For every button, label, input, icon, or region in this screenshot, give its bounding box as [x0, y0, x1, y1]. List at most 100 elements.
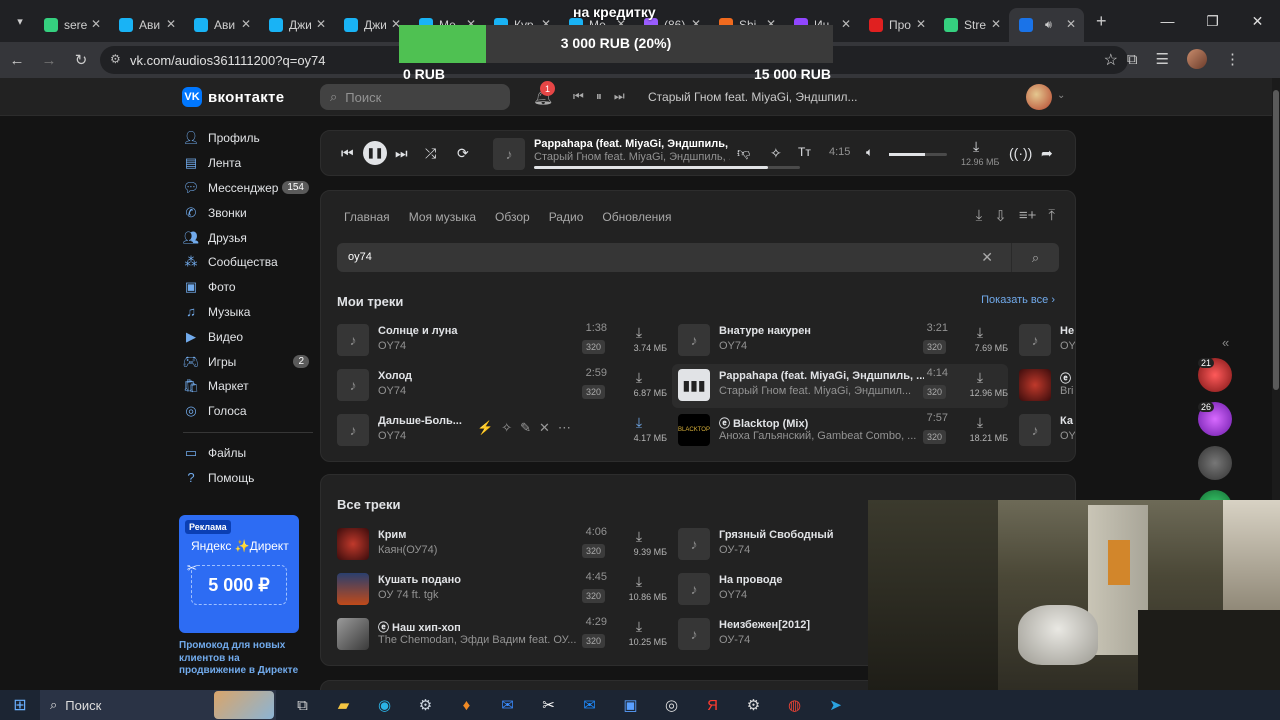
- track-title[interactable]: Солнце и луна: [378, 325, 583, 337]
- music-note-icon[interactable]: ♪: [337, 324, 369, 356]
- track-artist[interactable]: Bri: [1060, 385, 1075, 397]
- broadcast-icon[interactable]: ((·)): [1009, 145, 1032, 161]
- add-playlist-icon[interactable]: ≡+: [1019, 207, 1037, 225]
- player-track-artist[interactable]: Старый Гном feat. MiyaGi, Эндшпиль, ...: [534, 151, 730, 163]
- track-row[interactable]: ♪ Солнце и луна OY74 1:38 320 ⤓ 3.74 МБ: [337, 322, 667, 362]
- upload-icon[interactable]: ⤒: [1048, 207, 1055, 225]
- music-tab[interactable]: Обновления: [602, 210, 671, 224]
- extensions-icon[interactable]: ⧉: [1127, 51, 1138, 68]
- track-title[interactable]: Холод: [378, 370, 583, 382]
- track-row[interactable]: ♪ Не OY: [1019, 322, 1075, 362]
- delete-icon[interactable]: ✕: [539, 420, 550, 436]
- forward-button[interactable]: →: [34, 45, 64, 75]
- track-cover[interactable]: BLACKTOP: [678, 414, 710, 446]
- header-pause-icon[interactable]: ⏸: [596, 89, 602, 104]
- volume-icon[interactable]: 🔈︎: [866, 145, 873, 160]
- download-icon[interactable]: ⤓: [629, 618, 649, 635]
- search-submit-icon[interactable]: ⌕: [1011, 243, 1059, 272]
- browser-tab[interactable]: Джи ✕: [334, 8, 409, 42]
- tab-close-icon[interactable]: ✕: [316, 17, 326, 31]
- sparkle-icon[interactable]: ✧: [501, 420, 512, 436]
- track-row[interactable]: ♪ Внатуре накурен OY74 3:21 320 ⤓ 7.69 МБ: [678, 322, 1008, 362]
- track-row[interactable]: ♪ Холод OY74 2:59 320 ⤓ 6.87 МБ: [337, 367, 667, 407]
- chat-bubble-avatar[interactable]: 21: [1198, 358, 1232, 392]
- clear-search-icon[interactable]: ✕: [981, 249, 993, 266]
- header-prev-icon[interactable]: ⏮: [573, 89, 584, 104]
- user-avatar[interactable]: [1026, 84, 1052, 110]
- tab-close-icon[interactable]: ✕: [91, 17, 101, 31]
- track-row[interactable]: ♪ Ка OY: [1019, 412, 1075, 452]
- back-button[interactable]: ←: [2, 45, 32, 75]
- minimize-button[interactable]: —: [1145, 0, 1190, 42]
- ad-banner[interactable]: Реклама Яндекс ✨Директ ✂ 5 000 ₽: [179, 515, 299, 633]
- track-title[interactable]: Дальше-Боль...: [378, 415, 468, 427]
- track-artist[interactable]: Каян(ОУ74): [378, 544, 583, 556]
- outlook-icon[interactable]: ✉: [569, 690, 610, 720]
- track-row[interactable]: ⓔ Bri: [1019, 367, 1075, 407]
- track-row[interactable]: BLACKTOP ⓔ Blacktop (Mix) Аноха Гальянский…: [678, 412, 1008, 452]
- music-tab[interactable]: Обзор: [495, 210, 530, 224]
- music-note-icon[interactable]: ♪: [678, 573, 710, 605]
- track-artist[interactable]: ОУ 74 ft. tgk: [378, 589, 583, 601]
- download-icon[interactable]: ⤓: [973, 138, 979, 155]
- volume-slider[interactable]: [889, 153, 947, 156]
- track-artist[interactable]: OY: [1060, 430, 1075, 442]
- edge-icon[interactable]: ◉: [364, 690, 405, 720]
- track-artist[interactable]: Старый Гном feat. MiyaGi, Эндшпил...: [719, 385, 924, 397]
- sidebar-item[interactable]: 🛍︎ Маркет: [183, 374, 313, 399]
- dislike-icon[interactable]: 👎︎: [737, 145, 750, 161]
- track-artist[interactable]: Аноха Гальянский, Gambeat Combo, ...: [719, 430, 924, 442]
- task-view-icon[interactable]: ⧉: [282, 690, 323, 720]
- track-artist[interactable]: OY74: [719, 340, 924, 352]
- music-note-icon[interactable]: ♪: [337, 414, 369, 446]
- repeat-icon[interactable]: ⟳: [457, 145, 469, 162]
- audio-playing-icon[interactable]: 🔊︎: [1045, 19, 1052, 32]
- explorer-icon[interactable]: ▰: [323, 690, 364, 720]
- show-all-link[interactable]: Показать все ›: [981, 294, 1055, 306]
- tab-close-icon[interactable]: ✕: [166, 17, 176, 31]
- fire-icon[interactable]: ♦: [446, 690, 487, 720]
- settings-icon[interactable]: ⚙: [733, 690, 774, 720]
- lyrics-icon[interactable]: Tт: [798, 145, 811, 159]
- tab-close-icon[interactable]: ✕: [991, 17, 1001, 31]
- track-cover[interactable]: [337, 573, 369, 605]
- track-title[interactable]: Ка: [1060, 415, 1075, 427]
- sparkle-icon[interactable]: ✧: [770, 145, 782, 162]
- download-icon[interactable]: ⤓: [970, 369, 990, 386]
- browser-tab[interactable]: Stre ✕: [934, 8, 1009, 42]
- track-row[interactable]: Кушать подано ОУ 74 ft. tgk 4:45 320 ⤓ 10.86 …: [337, 571, 667, 611]
- sidebar-item[interactable]: ▣ Фото: [183, 275, 313, 300]
- download-icon[interactable]: ⤓: [629, 369, 649, 386]
- vk-search-input[interactable]: ⌕ Поиск: [320, 84, 510, 110]
- sidebar-item[interactable]: 👤︎ Профиль: [183, 126, 313, 151]
- music-note-icon[interactable]: ♪: [1019, 414, 1051, 446]
- browser-tab[interactable]: Джи ✕: [259, 8, 334, 42]
- music-tab[interactable]: Радио: [549, 210, 584, 224]
- notifications-bell-icon[interactable]: 🔔︎ 1: [533, 81, 555, 107]
- header-next-icon[interactable]: ⏭: [614, 89, 625, 104]
- more-icon[interactable]: ⋯: [558, 420, 571, 436]
- browser-tab[interactable]: Про ✕: [859, 8, 934, 42]
- header-now-playing[interactable]: Старый Гном feat. MiyaGi, Эндшпил...: [648, 90, 858, 104]
- menu-icon[interactable]: ⋮: [1225, 50, 1240, 68]
- bookmark-star-icon[interactable]: ☆: [1104, 50, 1118, 70]
- tab-close-icon[interactable]: ✕: [916, 17, 926, 31]
- sidebar-item[interactable]: 👥︎ Друзья: [183, 225, 313, 250]
- track-title[interactable]: Pappahapa (feat. MiyaGi, Эндшпиль, ...: [719, 370, 924, 382]
- music-note-icon[interactable]: ♪: [678, 324, 710, 356]
- player-progress[interactable]: [534, 166, 800, 169]
- download-icon[interactable]: ⤓: [629, 528, 649, 545]
- music-note-icon[interactable]: ♪: [1019, 324, 1051, 356]
- track-row[interactable]: ♪ Дальше-Боль... OY74 ⚡ ✧ ✎ ✕ ⋯ ⤓ 4.17 МБ: [337, 412, 667, 452]
- site-info-icon[interactable]: ⚙: [110, 52, 121, 66]
- yandex-icon[interactable]: Я: [692, 690, 733, 720]
- browser-tab[interactable]: sere ✕: [34, 8, 109, 42]
- track-cover[interactable]: [337, 528, 369, 560]
- track-row[interactable]: ▮▮▮ Pappahapa (feat. MiyaGi, Эндшпиль, ..…: [672, 364, 1008, 408]
- reload-button[interactable]: ↻: [66, 45, 96, 75]
- music-tab[interactable]: Моя музыка: [409, 210, 476, 224]
- download-icon[interactable]: ⤓: [629, 414, 649, 431]
- track-artist[interactable]: OY74: [378, 385, 583, 397]
- tab-close-icon[interactable]: ✕: [241, 17, 251, 31]
- chat-bubble-avatar[interactable]: 26: [1198, 402, 1232, 436]
